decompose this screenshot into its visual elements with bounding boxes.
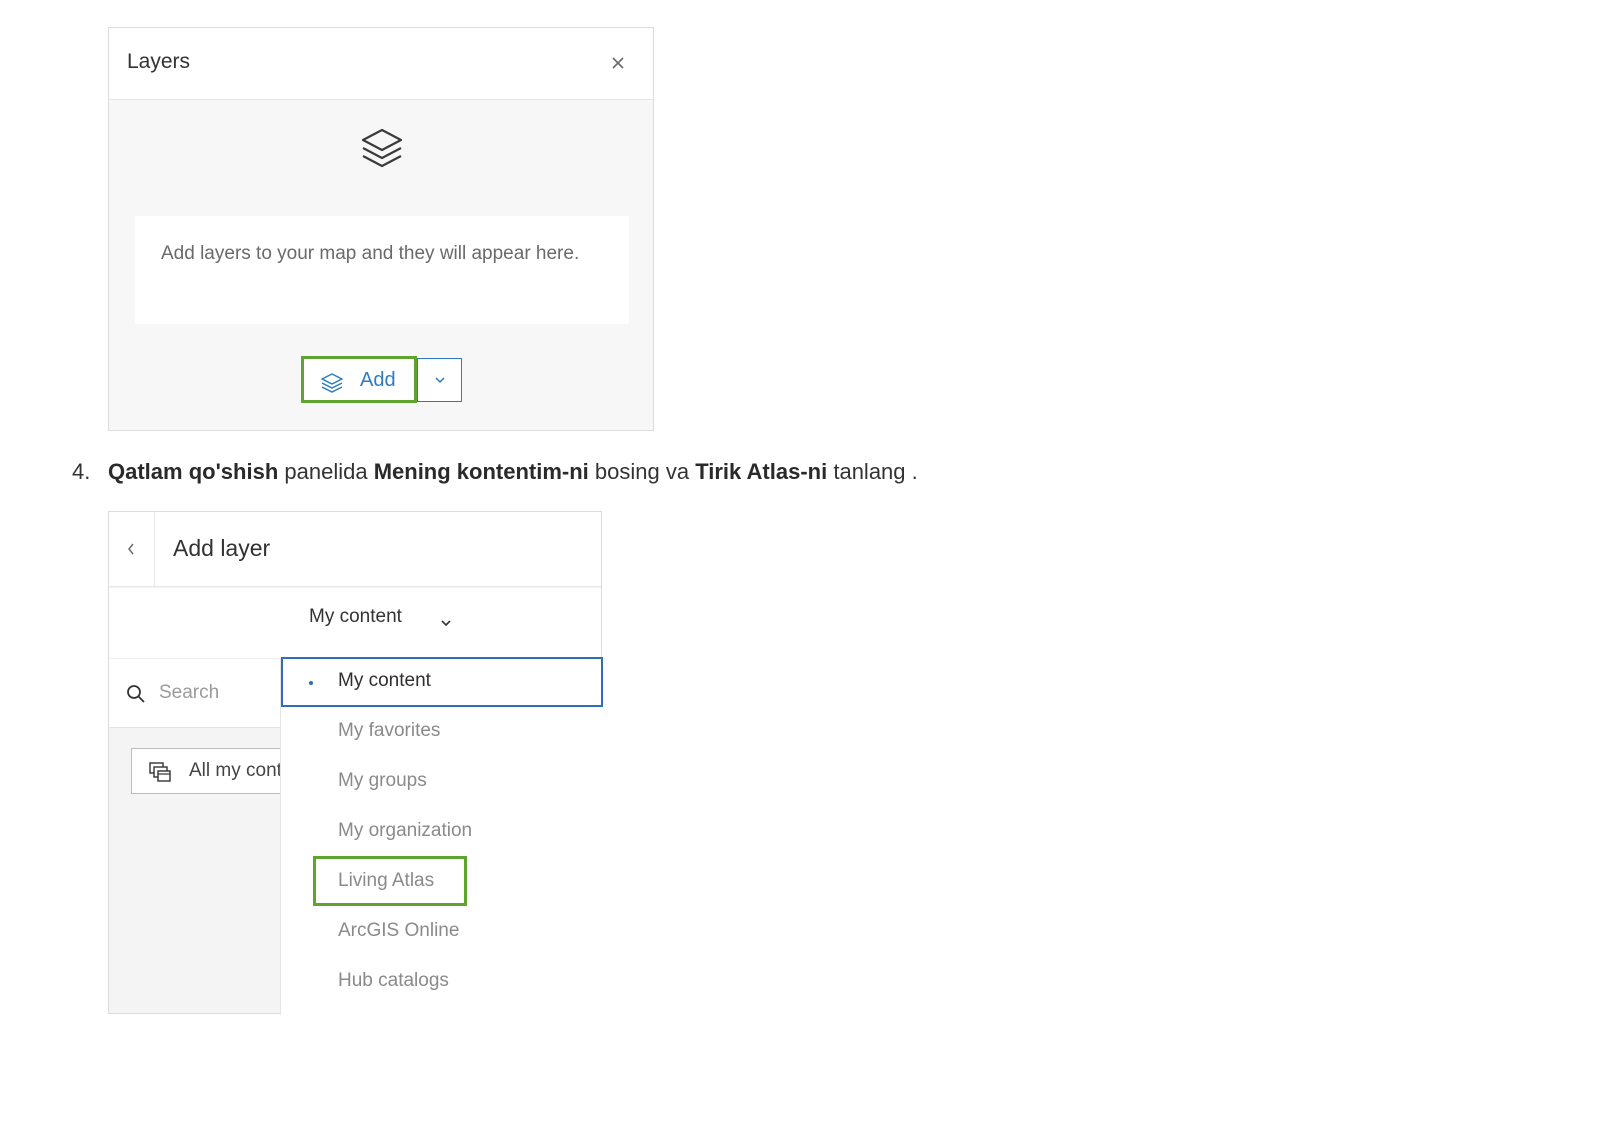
instruction-bold-2: Mening kontentim-ni [373, 459, 589, 484]
menu-item-label: Hub catalogs [338, 970, 449, 991]
source-dropdown-value: My content [309, 606, 402, 627]
add-dropdown-button[interactable] [417, 358, 462, 402]
menu-item-my-content[interactable]: My content [281, 657, 603, 707]
add-layer-icon [321, 373, 343, 393]
instruction-text-3: tanlang . [827, 459, 918, 484]
menu-item-label: My favorites [338, 720, 441, 741]
layers-panel: Layers Add layers to your map and they w… [108, 27, 654, 431]
menu-item-label: Living Atlas [338, 870, 435, 891]
search-icon [127, 685, 145, 703]
empty-state-card: Add layers to your map and they will app… [135, 216, 629, 324]
folder-stack-icon [149, 762, 171, 782]
instruction-text-2: bosing va [588, 459, 696, 484]
step-number: 4. [72, 459, 91, 484]
instruction-bold-1: Qatlam qo'shish [108, 459, 279, 484]
add-layer-header: Add layer [109, 512, 601, 587]
menu-item-my-groups[interactable]: My groups [281, 757, 603, 807]
menu-item-label: ArcGIS Online [338, 920, 460, 941]
source-dropdown[interactable]: My content [309, 606, 451, 638]
add-button[interactable]: Add [301, 356, 417, 403]
menu-item-my-favorites[interactable]: My favorites [281, 707, 603, 757]
layers-stack-icon [361, 128, 403, 168]
layers-panel-header: Layers [109, 28, 653, 100]
add-button-label: Add [360, 369, 396, 391]
search-input[interactable] [159, 677, 269, 709]
instruction-text-1: panelida [278, 459, 374, 484]
instruction-step: 4. Qatlam qo'shish panelida Mening konten… [72, 459, 918, 485]
chevron-down-icon [435, 377, 445, 384]
menu-item-label: My groups [338, 770, 427, 791]
selected-dot-icon [309, 681, 313, 685]
menu-item-my-organization[interactable]: My organization [281, 807, 603, 857]
menu-item-hub-catalogs[interactable]: Hub catalogs [281, 957, 603, 1007]
back-button[interactable] [109, 512, 155, 587]
close-icon[interactable] [609, 54, 627, 72]
chevron-down-icon [441, 620, 451, 627]
empty-state-message: Add layers to your map and they will app… [161, 243, 580, 264]
layers-panel-title: Layers [127, 50, 191, 73]
instruction-bold-3: Tirik Atlas-ni [695, 459, 828, 484]
menu-item-living-atlas[interactable]: Living Atlas [281, 857, 603, 907]
add-layer-panel: Add layer My content All my content My c… [108, 511, 603, 1015]
add-layer-title: Add layer [173, 535, 271, 561]
menu-item-arcgis-online[interactable]: ArcGIS Online [281, 907, 603, 957]
menu-item-label: My content [338, 670, 431, 691]
chevron-left-icon [128, 543, 134, 555]
source-row: My content [109, 588, 601, 658]
source-dropdown-menu: My content My favorites My groups My org… [280, 657, 603, 1015]
add-button-group: Add [301, 356, 463, 403]
menu-item-label: My organization [338, 820, 473, 841]
